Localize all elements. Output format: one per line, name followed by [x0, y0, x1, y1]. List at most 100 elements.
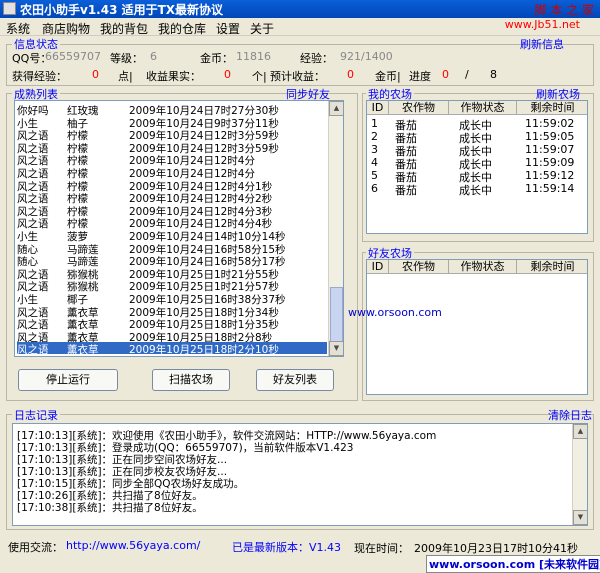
- list-item[interactable]: 风之语 薰衣草 2009年10月25日18时1分35秒: [17, 317, 327, 331]
- ripe-list[interactable]: 你好吗 红玫瑰 2009年10月24日7时27分30秒 小生 柚子 2009年10月24日…: [14, 100, 344, 357]
- list-item[interactable]: 随心 马蹄莲 2009年10月24日16时58分15秒: [17, 242, 327, 256]
- menu-backpack[interactable]: 我的背包: [100, 20, 148, 37]
- list-item[interactable]: 小生 椰子 2009年10月25日16时38分37秒: [17, 292, 327, 306]
- scroll-thumb[interactable]: [330, 287, 343, 343]
- progress-value: 0: [442, 68, 449, 81]
- level-value: 6: [150, 50, 157, 63]
- list-item[interactable]: 风之语 柠檬 2009年10月24日12时3分59秒: [17, 128, 327, 142]
- scroll-up-icon[interactable]: ▲: [329, 101, 343, 116]
- table-row[interactable]: 2 番茄 成长中 11:59:05: [367, 130, 587, 145]
- cell-id: 2: [371, 130, 378, 143]
- friendfarm-header: ID 农作物 作物状态 剩余时间: [367, 260, 587, 274]
- log-line: [17:10:15][系统]：同步全部QQ农场好友成功。: [17, 478, 245, 490]
- col-remaining[interactable]: 剩余时间: [517, 260, 587, 274]
- count-unit: 个|: [252, 70, 267, 83]
- list-item[interactable]: 风之语 柠檬 2009年10月24日12时4分1秒: [17, 179, 327, 193]
- log-box[interactable]: [17:10:13][系统]：欢迎使用《农田小助手》，软件交流网站：HTTP:/…: [12, 423, 588, 526]
- list-item[interactable]: 风之语 柠檬 2009年10月24日12时4分: [17, 153, 327, 167]
- table-row[interactable]: 6 番茄 成长中 11:59:14: [367, 182, 587, 197]
- col-status[interactable]: 作物状态: [449, 101, 517, 115]
- version-text: 已是最新版本：V1.43: [232, 541, 342, 554]
- col-crop[interactable]: 农作物: [389, 101, 449, 115]
- table-row[interactable]: 4 番茄 成长中 11:59:09: [367, 156, 587, 171]
- title-bar: 农田小助手v1.43 适用于TX最新协议 脚 本 之 家: [0, 0, 600, 18]
- app-icon: [3, 2, 16, 15]
- log-scrollbar[interactable]: ▲ ▼: [572, 424, 587, 525]
- qq-value: 66559707: [45, 50, 101, 63]
- col-crop[interactable]: 农作物: [389, 260, 449, 274]
- list-item[interactable]: 小生 菠萝 2009年10月24日14时10分14秒: [17, 229, 327, 243]
- points-unit: 点|: [118, 70, 133, 83]
- stop-button[interactable]: 停止运行: [18, 369, 118, 391]
- progress-sep: /: [465, 68, 469, 81]
- clear-log-link[interactable]: 清除日志: [548, 407, 592, 423]
- exp-label: 经验：: [300, 52, 333, 65]
- refresh-info-link[interactable]: 刷新信息: [520, 36, 564, 52]
- cell-id: 5: [371, 169, 378, 182]
- menu-warehouse[interactable]: 我的仓库: [158, 20, 206, 37]
- col-status[interactable]: 作物状态: [449, 260, 517, 274]
- list-item[interactable]: 风之语 柠檬 2009年10月24日12时4分2秒: [17, 191, 327, 205]
- myfarm-header: ID 农作物 作物状态 剩余时间: [367, 101, 587, 115]
- col-id[interactable]: ID: [367, 260, 389, 274]
- col-id[interactable]: ID: [367, 101, 389, 115]
- list-item[interactable]: 风之语 薰衣草 2009年10月25日18时2分10秒: [17, 342, 327, 357]
- scan-farm-button[interactable]: 扫描农场: [152, 369, 230, 391]
- col-remaining[interactable]: 剩余时间: [517, 101, 587, 115]
- progress-total: 8: [490, 68, 497, 81]
- menu-settings[interactable]: 设置: [216, 20, 240, 37]
- list-item[interactable]: 你好吗 红玫瑰 2009年10月24日7时27分30秒: [17, 103, 327, 117]
- list-item-name: 风之语: [17, 344, 49, 357]
- menu-shop[interactable]: 商店购物: [42, 20, 90, 37]
- cell-id: 4: [371, 156, 378, 169]
- level-label: 等级：: [110, 52, 143, 65]
- app-window: 农田小助手v1.43 适用于TX最新协议 脚 本 之 家 系统 商店购物 我的背…: [0, 0, 600, 573]
- scroll-down-icon[interactable]: ▼: [573, 510, 587, 525]
- table-row[interactable]: 1 番茄 成长中 11:59:02: [367, 117, 587, 132]
- log-line: [17:10:13][系统]：正在同步空间农场好友...: [17, 454, 228, 466]
- log-group-title: 日志记录: [12, 407, 60, 423]
- list-item[interactable]: 风之语 柠檬 2009年10月24日12时4分4秒: [17, 216, 327, 230]
- harvest-value: 0: [224, 68, 231, 81]
- cell-time: 11:59:09: [525, 156, 575, 169]
- exchange-link[interactable]: http://www.56yaya.com/: [66, 539, 200, 552]
- friendfarm-table[interactable]: ID 农作物 作物状态 剩余时间: [366, 259, 588, 395]
- cell-time: 11:59:07: [525, 143, 575, 156]
- list-item[interactable]: 风之语 猕猴桃 2009年10月25日1时21分55秒: [17, 267, 327, 281]
- menu-about[interactable]: 关于: [250, 20, 274, 37]
- log-line: [17:10:13][系统]：正在同步校友农场好友...: [17, 466, 228, 478]
- list-item[interactable]: 风之语 薰衣草 2009年10月25日18时2分8秒: [17, 330, 327, 344]
- log-line: [17:10:13][系统]：登录成功(QQ：66559707)，当前软件版本V…: [17, 442, 354, 454]
- list-item[interactable]: 风之语 柠檬 2009年10月24日12时4分: [17, 166, 327, 180]
- watermark-text: 脚 本 之 家: [534, 3, 594, 17]
- cell-id: 3: [371, 143, 378, 156]
- ripe-list-scrollbar[interactable]: ▲ ▼: [328, 101, 343, 356]
- cell-time: 11:59:02: [525, 117, 575, 130]
- friend-list-button[interactable]: 好友列表: [256, 369, 334, 391]
- scroll-up-icon[interactable]: ▲: [573, 424, 587, 439]
- cell-time: 11:59:05: [525, 130, 575, 143]
- list-item[interactable]: 风之语 薰衣草 2009年10月25日18时1分34秒: [17, 305, 327, 319]
- exchange-label: 使用交流：: [8, 541, 63, 554]
- log-line: [17:10:38][系统]：共扫描了8位好友。: [17, 502, 203, 514]
- list-item[interactable]: 小生 柚子 2009年10月24日9时37分11秒: [17, 116, 327, 130]
- list-item[interactable]: 风之语 猕猴桃 2009年10月25日1时21分57秒: [17, 279, 327, 293]
- gain-exp-value: 0: [92, 68, 99, 81]
- progress-label: 进度: [409, 70, 431, 83]
- myfarm-table[interactable]: ID 农作物 作物状态 剩余时间 1 番茄 成长中 11:59:02 2 番茄 成长中 11:…: [366, 100, 588, 234]
- list-item[interactable]: 风之语 柠檬 2009年10月24日12时4分3秒: [17, 204, 327, 218]
- site-watermark: www.Jb51.net: [504, 18, 580, 31]
- coins-label: 金币：: [200, 52, 233, 65]
- time-label: 现在时间：: [354, 542, 409, 555]
- cell-time: 11:59:12: [525, 169, 575, 182]
- list-item[interactable]: 随心 马蹄莲 2009年10月24日16时58分17秒: [17, 254, 327, 268]
- menu-system[interactable]: 系统: [6, 20, 30, 37]
- log-line: [17:10:26][系统]：共扫描了8位好友。: [17, 490, 203, 502]
- harvest-label: 收益果实：: [146, 70, 201, 83]
- gain-exp-label: 获得经验：: [12, 70, 67, 83]
- table-row[interactable]: 3 番茄 成长中 11:59:07: [367, 143, 587, 158]
- scroll-down-icon[interactable]: ▼: [329, 341, 343, 356]
- time-value: 2009年10月23日17时10分41秒: [414, 542, 578, 555]
- table-row[interactable]: 5 番茄 成长中 11:59:12: [367, 169, 587, 184]
- list-item[interactable]: 风之语 柠檬 2009年10月24日12时3分59秒: [17, 141, 327, 155]
